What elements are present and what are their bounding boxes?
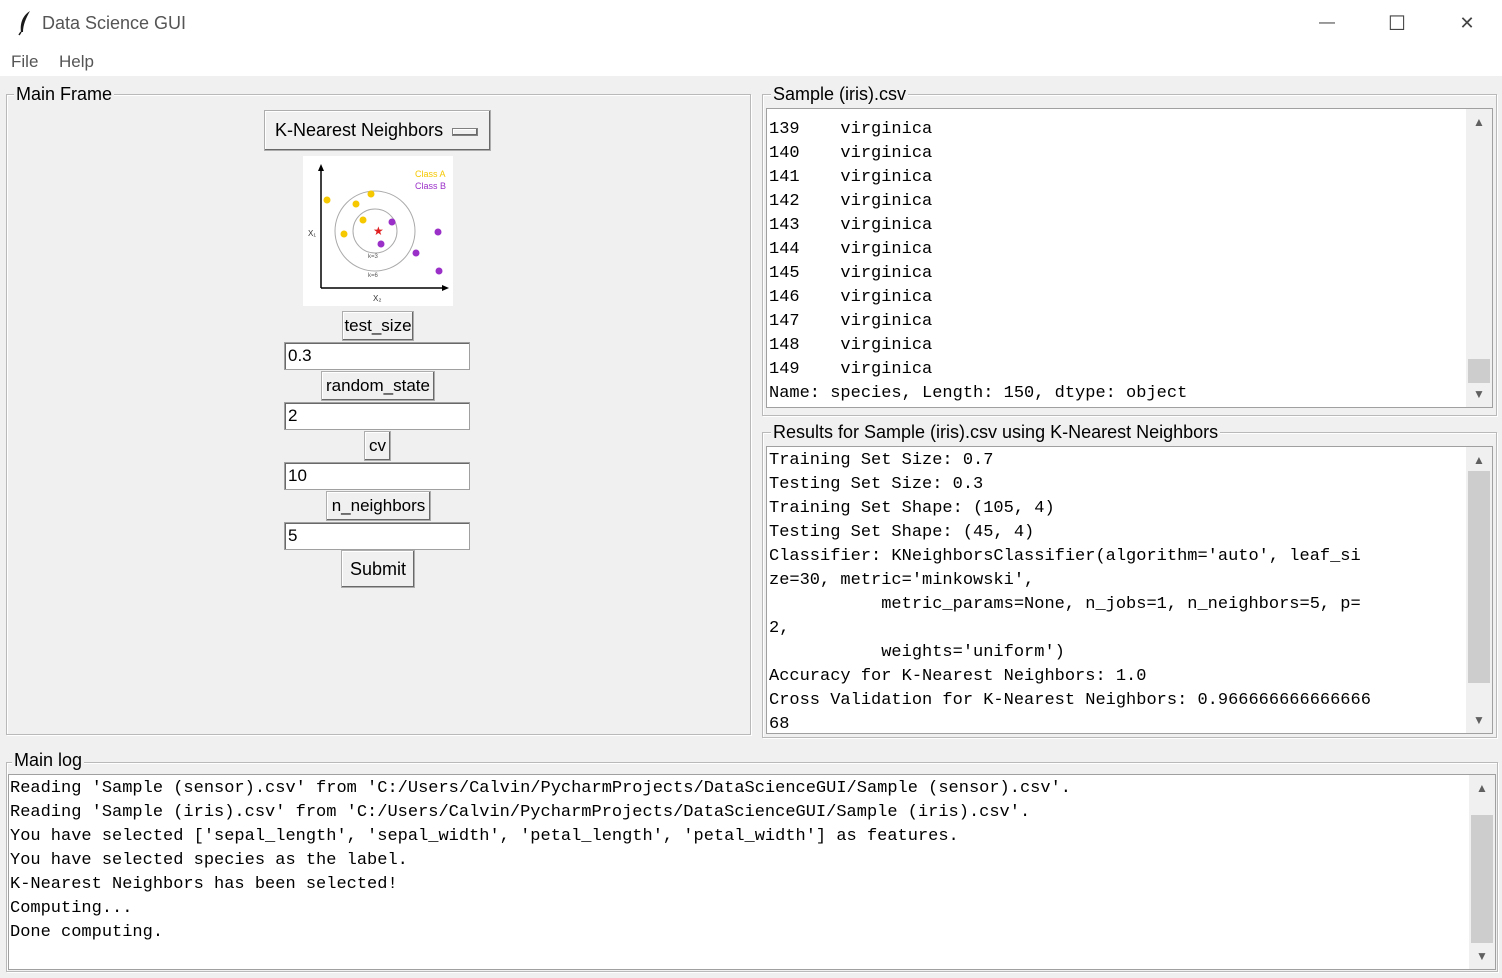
main-frame-label: Main Frame (14, 84, 115, 104)
cv-input[interactable] (284, 462, 470, 490)
main-log-label: Main log (12, 750, 85, 770)
sample-frame-label: Sample (iris).csv (771, 84, 909, 104)
maximize-button[interactable]: ☐ (1364, 0, 1430, 46)
text-line: 68 (769, 715, 790, 734)
circle-label-k6: k=6 (368, 273, 379, 279)
circle-label-k3: k=3 (368, 254, 379, 260)
scroll-up-icon[interactable]: ▲ (1466, 111, 1492, 133)
text-line: Testing Set Shape: (45, 4) (769, 523, 1035, 542)
text-line: Training Set Shape: (105, 4) (769, 499, 1055, 518)
random-state-button[interactable]: random_state (321, 371, 435, 401)
text-line: Reading 'Sample (sensor).csv' from 'C:/U… (10, 779, 1071, 798)
text-line: Name: species, Length: 150, dtype: objec… (769, 384, 1188, 403)
scroll-down-icon[interactable]: ▼ (1466, 709, 1492, 731)
class-b-point (435, 267, 443, 275)
text-line: You have selected species as the label. (10, 851, 408, 870)
scroll-thumb[interactable] (1468, 471, 1490, 683)
legend-class-a: Class A (415, 169, 446, 179)
n-neighbors-button[interactable]: n_neighbors (326, 491, 431, 521)
class-a-point (340, 230, 348, 238)
maximize-icon: ☐ (1388, 12, 1406, 35)
text-line: 142 virginica (769, 192, 933, 211)
test-size-button[interactable]: test_size (342, 311, 414, 341)
results-text: Training Set Size: 0.7 Testing Set Size:… (769, 449, 1371, 734)
menu-bar: File Help (0, 46, 1502, 76)
results-scrollbar[interactable]: ▲ ▼ (1466, 447, 1492, 733)
axis-label-x1: X₁ (308, 229, 316, 238)
text-line: 139 virginica (769, 120, 933, 139)
sample-textbox[interactable]: 139 virginica 140 virginica 141 virginic… (766, 108, 1493, 408)
random-state-input[interactable] (284, 402, 470, 430)
algorithm-select[interactable]: K-Nearest Neighbors (264, 110, 491, 151)
text-line: Reading 'Sample (iris).csv' from 'C:/Use… (10, 803, 1031, 822)
text-line: 147 virginica (769, 312, 933, 331)
scroll-down-icon[interactable]: ▼ (1466, 383, 1492, 405)
text-line: Training Set Size: 0.7 (769, 451, 994, 470)
main-log-text: Reading 'Sample (sensor).csv' from 'C:/U… (10, 777, 1071, 945)
results-frame-label: Results for Sample (iris).csv using K-Ne… (771, 422, 1221, 442)
class-a-point (359, 216, 367, 224)
query-star-icon: ★ (373, 224, 384, 238)
text-line: 149 virginica (769, 360, 933, 379)
sample-text: 139 virginica 140 virginica 141 virginic… (769, 118, 1187, 406)
text-line: Cross Validation for K-Nearest Neighbors… (769, 691, 1371, 710)
window-title: Data Science GUI (42, 13, 187, 33)
class-b-point (412, 249, 420, 257)
class-a-point (323, 196, 331, 204)
text-line: 140 virginica (769, 144, 933, 163)
text-line: Testing Set Size: 0.3 (769, 475, 984, 494)
class-b-point (388, 218, 396, 226)
text-line: 148 virginica (769, 336, 933, 355)
minimize-icon: — (1319, 14, 1335, 31)
scroll-up-icon[interactable]: ▲ (1466, 449, 1492, 471)
text-line: 141 virginica (769, 168, 933, 187)
menu-help[interactable]: Help (59, 52, 94, 72)
class-a-point (367, 190, 375, 198)
text-line: Classifier: KNeighborsClassifier(algorit… (769, 547, 1361, 566)
sample-scrollbar[interactable]: ▲ ▼ (1466, 109, 1492, 407)
text-line: Accuracy for K-Nearest Neighbors: 1.0 (769, 667, 1147, 686)
knn-illustration: ★ Class A Class B X₁ X₂ k=3 k=6 (303, 156, 453, 306)
text-line: 2, (769, 619, 790, 638)
results-textbox[interactable]: Training Set Size: 0.7 Testing Set Size:… (766, 446, 1493, 734)
text-line: 144 virginica (769, 240, 933, 259)
text-line: K-Nearest Neighbors has been selected! (10, 875, 398, 894)
text-line: Done computing. (10, 923, 164, 942)
text-line: ze=30, metric='minkowski', (769, 571, 1035, 590)
scroll-thumb[interactable] (1471, 815, 1493, 943)
text-line: Computing... (10, 899, 133, 918)
legend-class-b: Class B (415, 181, 446, 191)
close-icon: ✕ (1459, 12, 1475, 33)
algorithm-select-value: K-Nearest Neighbors (275, 120, 444, 140)
text-line: You have selected ['sepal_length', 'sepa… (10, 827, 959, 846)
log-scrollbar[interactable]: ▲ ▼ (1469, 775, 1495, 969)
scroll-up-icon[interactable]: ▲ (1469, 777, 1495, 799)
title-bar: Data Science GUI — ☐ ✕ (0, 0, 1502, 46)
main-log-textbox[interactable]: Reading 'Sample (sensor).csv' from 'C:/U… (8, 774, 1496, 970)
dropdown-indicator-icon (452, 128, 478, 136)
text-line: weights='uniform') (881, 643, 1065, 662)
minimize-button[interactable]: — (1294, 0, 1360, 46)
scroll-thumb[interactable] (1468, 359, 1490, 383)
feather-icon (18, 11, 30, 36)
n-neighbors-input[interactable] (284, 522, 470, 550)
class-b-point (434, 228, 442, 236)
close-button[interactable]: ✕ (1434, 0, 1500, 46)
scroll-down-icon[interactable]: ▼ (1469, 945, 1495, 967)
text-line: metric_params=None, n_jobs=1, n_neighbor… (881, 595, 1361, 614)
text-line: 145 virginica (769, 264, 933, 283)
axis-label-x2: X₂ (373, 294, 381, 303)
text-line: 143 virginica (769, 216, 933, 235)
class-a-point (352, 200, 360, 208)
class-b-point (377, 240, 385, 248)
submit-button[interactable]: Submit (341, 550, 415, 588)
test-size-input[interactable] (284, 342, 470, 370)
text-line: 146 virginica (769, 288, 933, 307)
menu-file[interactable]: File (11, 52, 38, 72)
cv-button[interactable]: cv (364, 431, 391, 461)
